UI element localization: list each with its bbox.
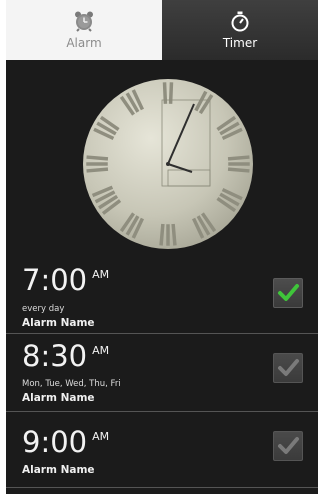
alarm-name: Alarm Name (22, 392, 95, 404)
alarm-clock-screen: Alarm Timer 7:00 AM every day Alarm Name… (6, 0, 318, 494)
numeral-stroke (227, 155, 250, 161)
numeral-stroke (171, 223, 177, 246)
alarm-clock-icon (73, 10, 95, 32)
alarm-item[interactable]: 7:00 AM every day Alarm Name (6, 256, 318, 334)
analog-clock (83, 79, 253, 249)
alarm-time: 8:30 (22, 339, 88, 373)
tab-timer-label: Timer (222, 36, 258, 50)
alarm-ampm: AM (92, 344, 110, 357)
alarm-enabled-checkbox[interactable] (273, 278, 303, 308)
checkmark-icon (278, 437, 299, 454)
tab-alarm-label: Alarm (66, 36, 102, 50)
alarm-days: every day (22, 304, 65, 314)
stopwatch-icon (229, 10, 251, 32)
alarm-ampm: AM (92, 430, 110, 443)
alarm-time: 9:00 (22, 425, 88, 459)
numeral-stroke (86, 167, 109, 173)
checkmark-icon (278, 284, 299, 301)
alarm-item[interactable]: 9:00 AM Alarm Name (6, 412, 318, 488)
alarm-list: 7:00 AM every day Alarm Name 8:30 AM Mon… (6, 256, 318, 488)
alarm-ampm: AM (92, 268, 110, 281)
alarm-days: Mon, Tue, Wed, Thu, Fri (22, 379, 121, 389)
alarm-item[interactable]: 8:30 AM Mon, Tue, Wed, Thu, Fri Alarm Na… (6, 334, 318, 412)
alarm-enabled-checkbox[interactable] (273, 431, 303, 461)
alarm-enabled-checkbox[interactable] (273, 353, 303, 383)
numeral-stroke (159, 223, 165, 246)
tab-bar: Alarm Timer (6, 0, 318, 60)
numeral-stroke (162, 82, 168, 104)
checkmark-icon (278, 359, 299, 376)
numeral-stroke (227, 167, 250, 173)
alarm-name: Alarm Name (22, 464, 95, 476)
alarm-time: 7:00 (22, 263, 88, 297)
clock-center (166, 162, 170, 166)
numeral-stroke (168, 82, 174, 104)
numeral-stroke (86, 155, 109, 161)
tab-alarm[interactable]: Alarm (6, 0, 162, 60)
alarm-name: Alarm Name (22, 317, 95, 329)
tab-timer[interactable]: Timer (162, 0, 318, 60)
